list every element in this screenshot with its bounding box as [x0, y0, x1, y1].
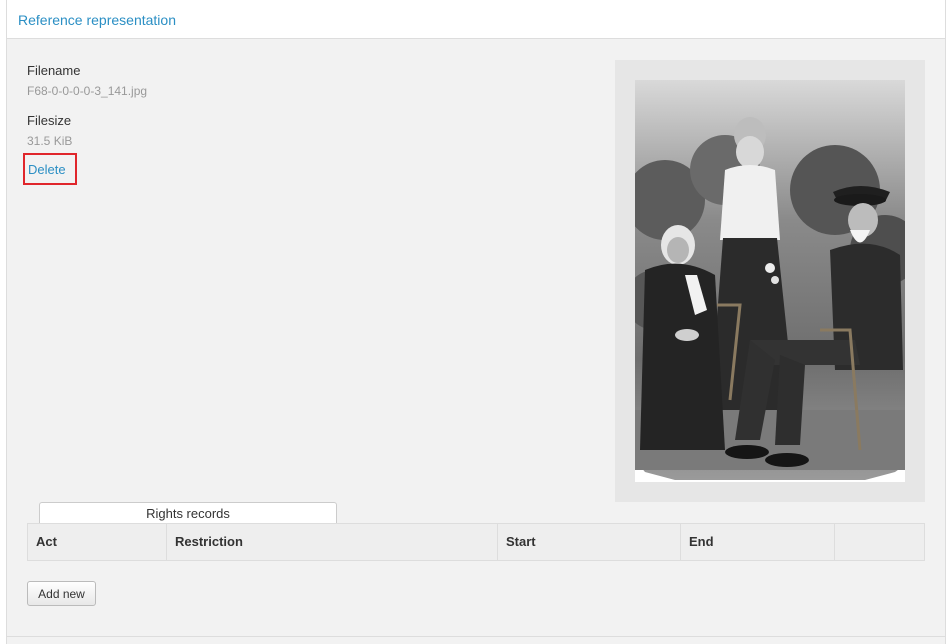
divider [7, 636, 945, 637]
delete-label: Delete [28, 162, 66, 177]
reference-representation-panel: Filename F68-0-0-0-0-3_141.jpg Filesize … [6, 39, 946, 644]
photo-thumbnail [635, 80, 905, 482]
delete-link[interactable]: Delete [23, 153, 77, 185]
rights-records-table: Act Restriction Start End [27, 523, 925, 561]
column-header-actions [835, 524, 924, 560]
filename-value: F68-0-0-0-0-3_141.jpg [27, 84, 148, 98]
column-header-end: End [681, 524, 835, 560]
representation-image[interactable] [635, 80, 905, 482]
section-header: Reference representation [6, 0, 946, 39]
filesize-label: Filesize [27, 113, 72, 128]
section-title: Reference representation [18, 12, 176, 28]
representation-image-frame [615, 60, 925, 502]
tab-rights-records[interactable]: Rights records [39, 502, 337, 524]
column-header-act: Act [28, 524, 167, 560]
column-header-start: Start [498, 524, 681, 560]
add-new-button[interactable]: Add new [27, 581, 96, 606]
filesize-value: 31.5 KiB [27, 134, 73, 148]
filename-label: Filename [27, 63, 81, 78]
column-header-restriction: Restriction [167, 524, 498, 560]
